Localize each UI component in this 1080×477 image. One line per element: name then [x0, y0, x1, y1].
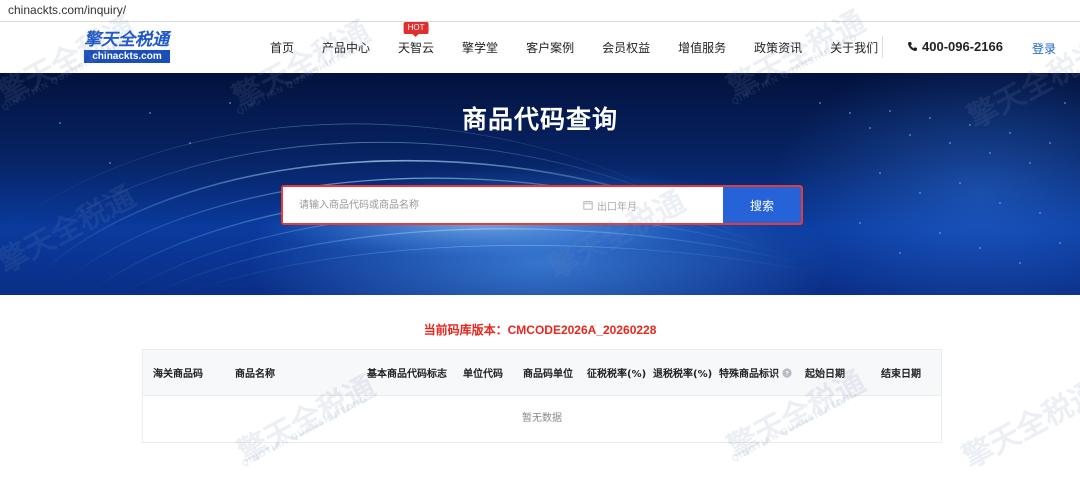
- column-header: 商品名称: [235, 369, 275, 380]
- nav-label: 产品中心: [322, 41, 371, 55]
- nav-item-about[interactable]: 关于我们: [830, 39, 878, 56]
- nav-label: 政策资讯: [754, 41, 803, 55]
- nav-item-membership[interactable]: 会员权益: [602, 39, 650, 56]
- nav-item-tianzhiyun[interactable]: HOT 天智云: [398, 22, 435, 56]
- empty-state: 暂无数据: [143, 396, 941, 442]
- main-nav: 首页 产品中心 HOT 天智云 擎学堂 客户案例 会员权益 增值服务 政策资讯 …: [270, 22, 906, 73]
- logo-domain: chinackts.com: [84, 50, 170, 63]
- export-month-placeholder: 出口年月: [597, 201, 637, 213]
- phone-icon: [908, 42, 917, 51]
- nav-label: 首页: [270, 41, 295, 55]
- version-code: CMCODE2026A_20260228: [507, 323, 657, 337]
- phone-number: 400-096-2166: [907, 39, 1003, 54]
- table-header: 海关商品码 商品名称 基本商品代码标志 单位代码 商品码单位 征税税率(%) 退…: [143, 350, 941, 396]
- nav-label: 关于我们: [830, 41, 879, 55]
- nav-item-policy[interactable]: 政策资讯: [754, 39, 802, 56]
- hot-badge: HOT: [403, 22, 429, 37]
- search-form: 出口年月 搜索: [281, 185, 803, 225]
- nav-label: 天智云: [398, 41, 435, 55]
- nav-label: 客户案例: [526, 41, 575, 55]
- search-button[interactable]: 搜索: [723, 187, 801, 223]
- nav-item-products[interactable]: 产品中心: [322, 39, 370, 56]
- calendar-icon: [583, 200, 593, 210]
- nav-divider: [882, 36, 883, 58]
- search-input[interactable]: [283, 187, 583, 223]
- svg-text:?: ?: [785, 370, 789, 377]
- code-version: 当前码库版本：CMCODE2026A_20260228: [0, 321, 1080, 338]
- nav-item-services[interactable]: 增值服务: [678, 39, 726, 56]
- column-header-special: 特殊商品标识 ?: [709, 365, 795, 380]
- export-month-picker[interactable]: 出口年月: [583, 187, 723, 223]
- column-header: 基本商品代码标志: [367, 369, 447, 380]
- nav-label: 擎学堂: [462, 41, 499, 55]
- login-link[interactable]: 登录: [1032, 40, 1056, 57]
- version-label: 当前码库版本：: [423, 323, 508, 337]
- help-icon[interactable]: ?: [782, 367, 792, 378]
- hero-banner: 商品代码查询 出口年月 搜索: [0, 73, 1080, 295]
- nav-item-academy[interactable]: 擎学堂: [462, 39, 498, 56]
- nav-label: 增值服务: [678, 41, 727, 55]
- page-title: 商品代码查询: [461, 105, 618, 134]
- address-bar[interactable]: chinackts.com/inquiry/: [0, 0, 1080, 22]
- column-header: 结束日期: [881, 369, 921, 380]
- column-header: 海关商品码: [153, 369, 203, 380]
- column-header: 退税税率(%): [653, 369, 713, 380]
- site-header: 擎天全税通 chinackts.com 首页 产品中心 HOT 天智云 擎学堂 …: [0, 22, 1080, 73]
- column-header: 单位代码: [463, 369, 503, 380]
- results-table: 海关商品码 商品名称 基本商品代码标志 单位代码 商品码单位 征税税率(%) 退…: [142, 349, 942, 443]
- column-header: 特殊商品标识: [719, 369, 779, 380]
- nav-label: 会员权益: [602, 41, 651, 55]
- nav-item-cases[interactable]: 客户案例: [526, 39, 574, 56]
- nav-item-home[interactable]: 首页: [270, 39, 294, 56]
- watermark: 擎天全税通: [957, 374, 1080, 476]
- phone-text: 400-096-2166: [922, 39, 1003, 54]
- column-header: 商品码单位: [523, 369, 573, 380]
- logo-text: 擎天全税通: [84, 30, 169, 50]
- column-header: 征税税率(%): [587, 369, 647, 380]
- site-logo[interactable]: 擎天全税通 chinackts.com: [84, 31, 170, 63]
- column-header: 起始日期: [805, 369, 845, 380]
